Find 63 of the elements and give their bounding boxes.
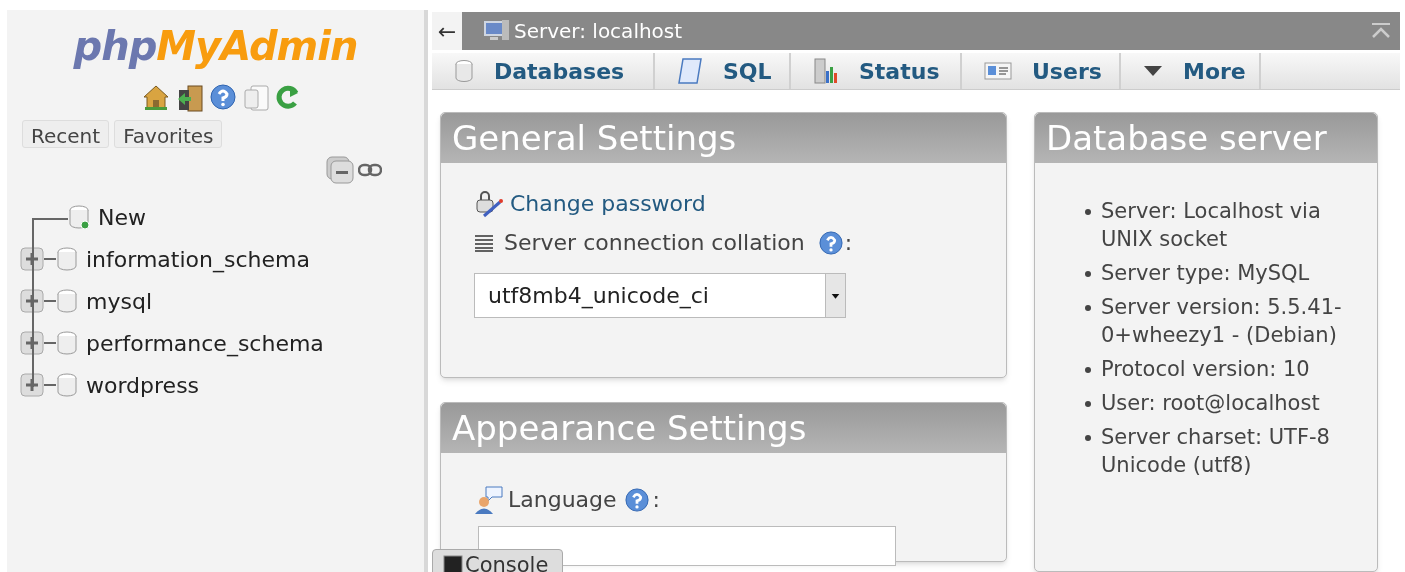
- server-info-text: Server charset: UTF-8 Unicode (utf8): [1101, 424, 1331, 479]
- bullet-icon: [1085, 435, 1091, 441]
- new-database-icon: [68, 205, 90, 229]
- server-info-text: Server type: MySQL: [1101, 260, 1310, 287]
- server-info-text: Protocol version: 10: [1101, 356, 1310, 383]
- server-info-text: User: root@localhost: [1101, 390, 1320, 417]
- database-icon: [454, 59, 474, 83]
- menu-tab[interactable]: SQL: [655, 53, 791, 89]
- server-title[interactable]: Server: localhost: [514, 16, 683, 46]
- id-card-icon: [984, 61, 1012, 81]
- expand-icon[interactable]: [20, 289, 44, 313]
- help-icon[interactable]: [209, 84, 236, 110]
- lock-pencil-icon: [474, 189, 504, 218]
- database-icon: [56, 331, 78, 355]
- server-info-text: Server: Localhost via UNIX socket: [1101, 198, 1322, 253]
- server-info-text: Server version: 5.5.41-0+wheezy1 - (Debian): [1101, 294, 1343, 349]
- help-icon[interactable]: [624, 487, 649, 512]
- scroll-icon: [677, 57, 703, 85]
- console-tab[interactable]: Console: [432, 549, 563, 572]
- colon-text: :: [652, 486, 660, 514]
- panel-title: Appearance Settings: [441, 403, 1006, 453]
- bullet-icon: [1085, 401, 1091, 407]
- expand-icon[interactable]: [20, 247, 44, 271]
- collation-label: Server connection collation: [504, 229, 805, 257]
- navigation-tab[interactable]: Favorites: [114, 120, 223, 148]
- server-icon: [484, 19, 510, 43]
- help-icon[interactable]: [818, 230, 843, 255]
- user-speech-icon: [474, 484, 504, 515]
- bullet-icon: [1085, 271, 1091, 277]
- tree-item[interactable]: New: [98, 200, 146, 234]
- bar-chart-icon: [813, 57, 839, 85]
- tree-item[interactable]: wordpress: [86, 368, 200, 402]
- collapse-all-icon[interactable]: [326, 156, 354, 184]
- change-password-link[interactable]: Change password: [510, 187, 706, 220]
- home-icon[interactable]: [141, 84, 170, 110]
- menu-tab[interactable]: Users: [962, 53, 1121, 89]
- back-button[interactable]: ←: [432, 12, 462, 50]
- tree-item[interactable]: mysql: [86, 284, 152, 318]
- bullet-icon: [1085, 209, 1091, 215]
- tree-item[interactable]: information_schema: [86, 242, 310, 276]
- reload-icon[interactable]: [275, 84, 300, 110]
- expand-icon[interactable]: [20, 331, 44, 355]
- database-icon: [56, 289, 78, 313]
- panel-title: General Settings: [441, 113, 1006, 163]
- menu-tab[interactable]: Status: [791, 53, 962, 89]
- menu-tab[interactable]: More: [1121, 53, 1261, 89]
- tree-item[interactable]: performance_schema: [86, 326, 324, 360]
- navigation-tab[interactable]: Recent: [22, 120, 110, 148]
- list-icon: [474, 233, 494, 252]
- dropdown-triangle-icon: [1143, 65, 1163, 77]
- database-icon: [56, 373, 78, 397]
- panel-title: Database server: [1035, 113, 1377, 163]
- expand-icon[interactable]: [20, 373, 44, 397]
- bullet-icon: [1085, 305, 1091, 311]
- database-icon: [56, 247, 78, 271]
- language-label: Language: [508, 486, 617, 514]
- bullet-icon: [1085, 367, 1091, 373]
- colon-text: :: [844, 229, 853, 257]
- collation-select[interactable]: utf8mb4_unicode_ci: [474, 273, 846, 318]
- phpmyadmin-logo[interactable]: phpMyAdmin: [73, 24, 358, 68]
- console-icon: [443, 555, 463, 572]
- menu-tab[interactable]: Databases: [432, 53, 655, 89]
- link-icon[interactable]: [358, 163, 382, 177]
